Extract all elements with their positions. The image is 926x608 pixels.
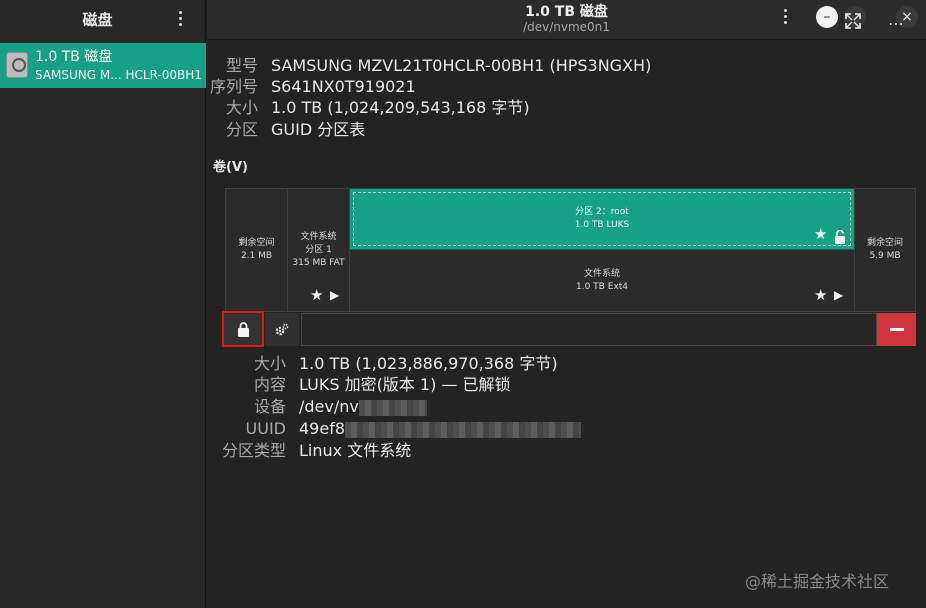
volume-size-value: 1.0 TB (1,023,886,970,368 字节) xyxy=(299,354,558,373)
watermark: @稀土掘金技术社区 xyxy=(745,572,890,591)
volume-size-label: 大小 xyxy=(253,354,286,373)
sidebar-menu-icon[interactable] xyxy=(170,8,190,28)
partitioning-row: 分区 GUID 分区表 xyxy=(0,120,926,140)
free-space-segment-1[interactable]: 剩余空间 2.1 MB xyxy=(226,189,288,311)
device-value: /dev/nv xyxy=(299,397,427,417)
segment-partition: 分区 1 xyxy=(305,245,332,255)
partitioning-value: GUID 分区表 xyxy=(271,120,366,139)
star-icon: ★ xyxy=(814,286,828,304)
disk-menu-icon[interactable] xyxy=(775,6,795,26)
volume-size-row: 大小 1.0 TB (1,023,886,970,368 字节) xyxy=(0,354,926,374)
segment-size: 1.0 TB Ext4 xyxy=(576,282,628,292)
model-row: 型号 SAMSUNG MZVL21T0HCLR-00BH1 (HPS3NGXH) xyxy=(0,56,926,76)
sidebar-header: 磁盘 xyxy=(0,0,205,38)
sidebar-title: 磁盘 xyxy=(82,10,113,29)
uuid-value: 49ef8 xyxy=(299,419,582,439)
header-bar: 1.0 TB 磁盘 /dev/nvme0n1 – × ⋯ xyxy=(207,0,926,40)
serial-value: S641NX0T919021 xyxy=(271,77,416,96)
size-value: 1.0 TB (1,024,209,543,168 字节) xyxy=(271,98,530,117)
uuid-label: UUID xyxy=(245,419,286,438)
segment-label: 剩余空间 xyxy=(866,238,903,248)
more-icon[interactable]: ⋯ xyxy=(888,14,905,33)
toolbar-spacer xyxy=(301,313,877,346)
volumes-title: 卷(V) xyxy=(213,160,248,175)
model-value: SAMSUNG MZVL21T0HCLR-00BH1 (HPS3NGXH) xyxy=(271,56,652,75)
luks-partition-segment[interactable]: 分区 2：root 1.0 TB LUKS ★ xyxy=(350,189,855,250)
free-space-segment-2[interactable]: 剩余空间 5.9 MB xyxy=(855,189,915,311)
serial-row: 序列号 S641NX0T919021 xyxy=(0,77,926,97)
segment-size: 1.0 TB LUKS xyxy=(574,220,630,230)
contents-value: LUKS 加密(版本 1) — 已解锁 xyxy=(299,375,511,394)
minus-icon xyxy=(889,328,904,331)
serial-label: 序列号 xyxy=(209,77,258,96)
redacted-block xyxy=(358,399,427,416)
partitioning-label: 分区 xyxy=(225,120,258,139)
star-icon: ★ xyxy=(814,225,828,243)
redacted-block xyxy=(345,421,582,438)
uuid-text: 49ef8 xyxy=(299,419,346,438)
expand-icon[interactable] xyxy=(844,12,862,30)
segment-label: 文件系统 xyxy=(300,232,337,242)
partition-map: 剩余空间 2.1 MB 文件系统 分区 1 315 MB FAT ★ ▶ 分区 … xyxy=(225,188,916,312)
mounted-play-icon: ▶ xyxy=(834,288,844,302)
delete-partition-button[interactable] xyxy=(877,313,916,346)
segment-size: 2.1 MB xyxy=(240,251,273,261)
partition-type-row: 分区类型 Linux 文件系统 xyxy=(0,441,926,461)
fat-partition-segment[interactable]: 文件系统 分区 1 315 MB FAT ★ ▶ xyxy=(288,189,350,311)
mounted-play-icon: ▶ xyxy=(330,288,340,302)
contents-row: 内容 LUKS 加密(版本 1) — 已解锁 xyxy=(0,375,926,395)
segment-label: 剩余空间 xyxy=(238,238,275,248)
model-label: 型号 xyxy=(225,56,258,75)
device-row: 设备 /dev/nv xyxy=(0,397,926,417)
size-row: 大小 1.0 TB (1,024,209,543,168 字节) xyxy=(0,98,926,118)
segment-size: 315 MB FAT xyxy=(292,258,345,268)
partition-type-value: Linux 文件系统 xyxy=(299,441,412,460)
partition-type-label: 分区类型 xyxy=(221,441,286,460)
gears-icon xyxy=(275,323,289,335)
unlocked-icon xyxy=(835,230,845,244)
segment-label: 分区 2：root xyxy=(575,207,629,217)
segment-label: 文件系统 xyxy=(583,269,620,279)
star-icon: ★ xyxy=(310,286,324,304)
device-text: /dev/nv xyxy=(299,397,359,416)
uuid-row: UUID 49ef8 xyxy=(0,419,926,439)
ext4-filesystem-segment[interactable]: 文件系统 1.0 TB Ext4 ★ ▶ xyxy=(350,250,855,311)
size-label: 大小 xyxy=(225,98,258,117)
lock-button[interactable] xyxy=(222,311,264,347)
device-label: 设备 xyxy=(253,397,286,416)
minimize-button[interactable]: – xyxy=(816,6,838,28)
contents-label: 内容 xyxy=(253,375,286,394)
lock-icon xyxy=(237,321,249,337)
settings-button[interactable] xyxy=(265,313,299,346)
segment-size: 5.9 MB xyxy=(869,251,901,261)
